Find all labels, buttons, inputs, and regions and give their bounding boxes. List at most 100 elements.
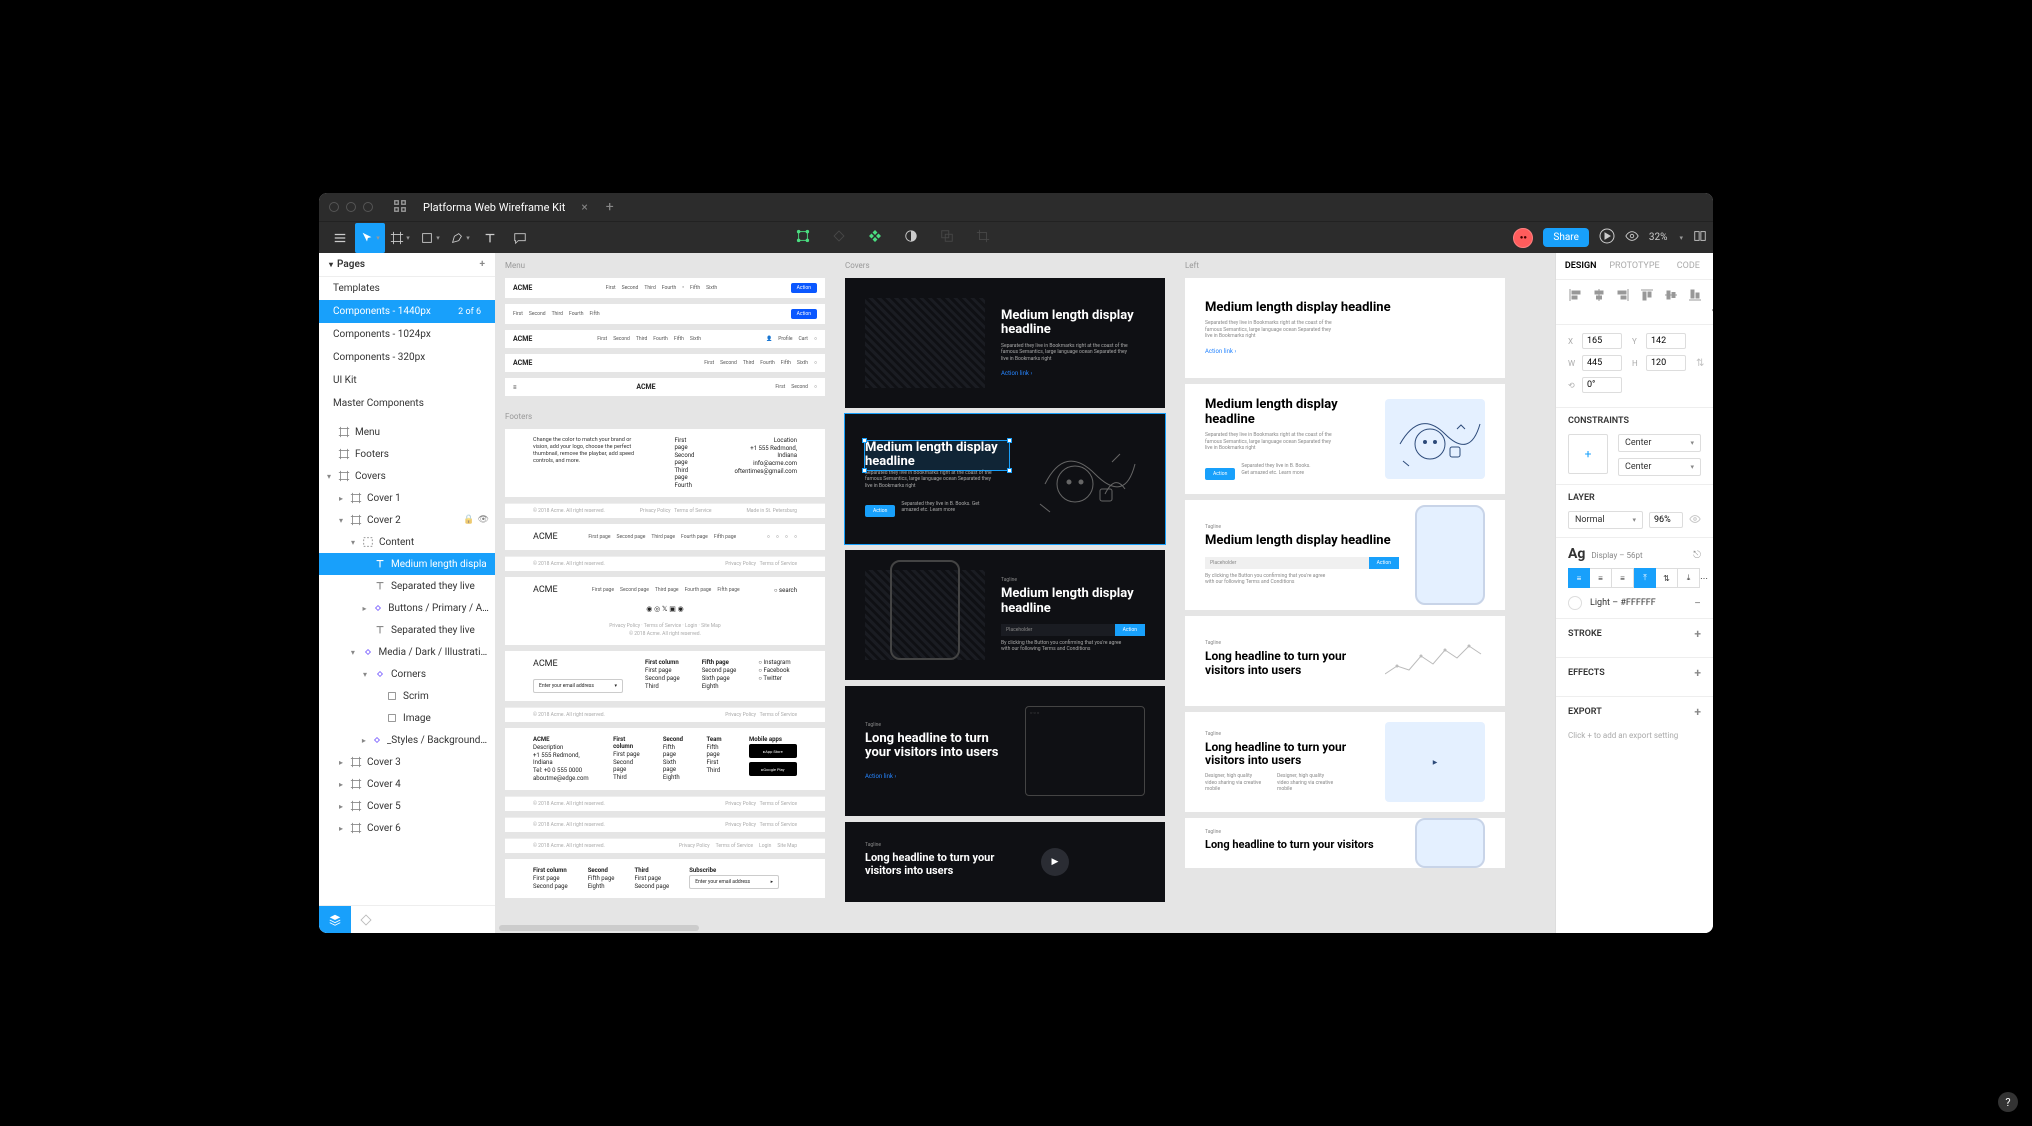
remove-fill-button[interactable]: − [1694,596,1701,610]
zoom-level[interactable]: 32% [1649,232,1668,243]
align-bottom-icon[interactable] [1688,288,1702,316]
horizontal-scrollbar[interactable] [499,925,699,931]
layer-row[interactable]: Image [319,707,495,729]
footer-frame[interactable]: ACMEEnter your email address▾ First colu… [505,651,825,701]
boolean-icon[interactable] [940,228,954,247]
page-item[interactable]: Components - 1024px [319,323,495,346]
crop-icon[interactable] [976,228,990,247]
footer-frame[interactable]: Change the color to match your brand or … [505,429,825,497]
shape-tool[interactable]: ▾ [415,223,445,253]
light-cover-1[interactable]: Medium length display headline Separated… [1185,278,1505,378]
edit-object-icon[interactable] [796,228,810,247]
constrain-proportions-icon[interactable]: ⇅ [1696,358,1704,369]
layer-row[interactable]: ▾Corners [319,663,495,685]
pages-panel-icon[interactable] [1693,228,1707,247]
footer-frame[interactable]: First columnFirst pageSecond page Second… [505,859,825,898]
footer-copyright[interactable]: © 2018 Acme. All right reserved.Privacy … [505,556,825,571]
expand-caret-icon[interactable]: ▸ [361,736,367,745]
layer-row[interactable]: ▾Content [319,531,495,553]
text-align-center-icon[interactable]: ≡ [1590,568,1612,588]
distribute-icon[interactable]: ▾ [1712,288,1713,316]
light-cover-4[interactable]: Tagline Long headline to turn your visit… [1185,616,1505,706]
visibility-icon[interactable]: 👁 [478,515,489,525]
footer-copyright[interactable]: © 2018 Acme. All right reserved.Privacy … [505,838,825,853]
tab-design[interactable]: DESIGN [1556,253,1605,279]
expand-caret-icon[interactable]: ▸ [337,758,345,767]
canvas[interactable]: Menu ACMEFirstSecondThirdFourth•FifthSix… [495,253,1555,933]
fill-swatch[interactable] [1568,596,1582,610]
comment-tool[interactable] [505,223,535,253]
layer-row[interactable]: ▸Buttons / Primary / Active [319,597,495,619]
new-tab-button[interactable]: + [606,199,614,215]
expand-caret-icon[interactable]: ▸ [337,824,345,833]
lock-icon[interactable]: 🔒 [463,515,474,525]
cover-frame-4[interactable]: Tagline Long headline to turn your visit… [845,686,1165,816]
layer-row[interactable]: Separated they live [319,575,495,597]
close-window-icon[interactable] [329,202,339,212]
light-cover-2[interactable]: Medium length display headline Separated… [1185,384,1505,494]
close-tab-icon[interactable]: × [581,200,587,214]
footer-copyright[interactable]: © 2018 Acme. All right reserved.Privacy … [505,817,825,832]
expand-caret-icon[interactable]: ▾ [349,648,357,657]
constraint-h-select[interactable]: Center▾ [1618,434,1701,452]
menu-frame[interactable]: FirstSecondThirdFourthFifthAction [505,304,825,324]
expand-caret-icon[interactable]: ▸ [361,604,368,613]
layer-row[interactable]: ▸Cover 1 [319,487,495,509]
layer-row[interactable]: ▾Media / Dark / Illustration [319,641,495,663]
share-button[interactable]: Share [1543,228,1588,247]
width-input[interactable] [1582,355,1622,371]
page-item[interactable]: Master Components [319,392,495,415]
menu-frame[interactable]: ACMEFirstSecondThirdFourth•FifthSixthAct… [505,278,825,298]
layer-row[interactable]: ▸Cover 4 [319,773,495,795]
layer-row[interactable]: Separated they live [319,619,495,641]
light-cover-6[interactable]: Tagline Long headline to turn your visit… [1185,818,1505,868]
pages-header[interactable]: ▾ Pages + [319,253,495,277]
expand-caret-icon[interactable]: ▸ [337,780,345,789]
layer-row[interactable]: Footers [319,443,495,465]
text-align-left-icon[interactable]: ≡ [1568,568,1590,588]
text-align-right-icon[interactable]: ≡ [1612,568,1634,588]
expand-caret-icon[interactable]: ▸ [337,802,345,811]
cover-frame-2-selected[interactable]: Medium length display headline Separated… [845,414,1165,544]
align-vcenter-icon[interactable] [1664,288,1678,316]
layer-row[interactable]: Scrim [319,685,495,707]
align-right-icon[interactable] [1616,288,1630,316]
text-valign-middle-icon[interactable]: ⇅ [1656,568,1678,588]
footer-frame[interactable]: ACME First pageSecond pageThird pageFour… [505,524,825,550]
user-avatar[interactable]: ●● [1513,228,1533,248]
detach-style-icon[interactable]: ⎋ [1693,550,1701,561]
layer-row[interactable]: Menu [319,421,495,443]
view-settings-icon[interactable] [1625,228,1639,247]
page-item[interactable]: Components - 1440px2 of 6 [319,300,495,323]
minimize-window-icon[interactable] [346,202,356,212]
document-tab[interactable]: Platforma Web Wireframe Kit [415,201,573,214]
expand-caret-icon[interactable]: ▾ [349,538,357,547]
tab-prototype[interactable]: PROTOTYPE [1605,253,1663,279]
pen-tool[interactable]: ▾ [445,223,475,253]
expand-caret-icon[interactable]: ▾ [361,670,369,679]
assets-tab-icon[interactable] [351,913,495,927]
text-valign-bottom-icon[interactable]: ⤓ [1678,568,1700,588]
menu-frame[interactable]: ACMEFirstSecondThirdFourthFifthSixth👤Pro… [505,330,825,348]
footer-copyright[interactable]: © 2018 Acme. All right reserved.Privacy … [505,503,825,518]
expand-caret-icon[interactable]: ▸ [337,494,345,503]
layers-tab-icon[interactable] [319,906,351,933]
cover-frame-3[interactable]: Tagline Medium length display headline P… [845,550,1165,680]
mask-icon[interactable] [904,228,918,247]
add-page-button[interactable]: + [480,259,486,270]
page-item[interactable]: Templates [319,277,495,300]
page-item[interactable]: UI Kit [319,369,495,392]
visibility-icon[interactable] [1689,513,1701,528]
apps-icon[interactable] [393,198,407,217]
page-item[interactable]: Components - 320px [319,346,495,369]
create-component-icon[interactable] [868,228,882,247]
menu-frame[interactable]: ≡ACMEFirstSecond○ [505,378,825,396]
layer-row[interactable]: ▸Cover 6 [319,817,495,839]
constraint-widget[interactable]: + [1568,434,1608,474]
opacity-input[interactable] [1649,512,1683,528]
cover-frame-5[interactable]: Tagline Long headline to turn your visit… [845,822,1165,902]
text-valign-top-icon[interactable]: ⤒ [1634,568,1656,588]
add-export-button[interactable]: + [1694,705,1701,719]
present-icon[interactable] [1599,228,1615,248]
zoom-chevron-icon[interactable]: ▾ [1679,234,1683,242]
